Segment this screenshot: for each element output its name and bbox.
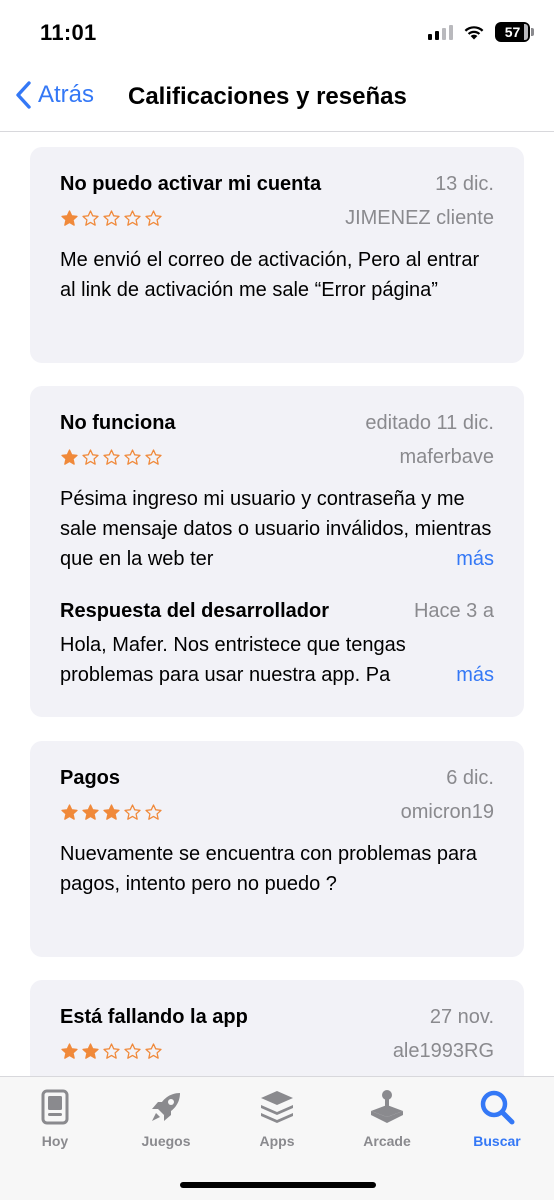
star-filled-icon (61, 803, 78, 820)
tab-label: Arcade (363, 1133, 411, 1149)
tab-label: Buscar (473, 1133, 521, 1149)
star-rating (60, 1042, 163, 1061)
star-rating (60, 803, 163, 822)
star-empty-icon (103, 448, 120, 465)
tab-bar: Hoy Juegos Apps Arcade Buscar (0, 1076, 554, 1200)
back-button-label: Atrás (38, 81, 95, 108)
star-empty-icon (145, 209, 162, 226)
review-body: Pésima ingreso mi usuario y contraseña y… (60, 484, 494, 574)
home-indicator[interactable] (180, 1182, 376, 1188)
star-rating (60, 448, 163, 467)
status-bar: 11:01 57 (0, 0, 554, 62)
back-button[interactable]: Atrás (14, 80, 94, 110)
star-empty-icon (124, 803, 141, 820)
review-date: 6 dic. (446, 767, 494, 789)
star-filled-icon (82, 803, 99, 820)
review-title: Está fallando la app (60, 1006, 248, 1028)
star-empty-icon (124, 448, 141, 465)
tab-hoy[interactable]: Hoy (5, 1087, 105, 1149)
review-author: maferbave (399, 445, 495, 468)
star-empty-icon (82, 448, 99, 465)
more-link[interactable]: más (432, 544, 494, 574)
tab-arcade[interactable]: Arcade (337, 1087, 437, 1149)
wifi-icon (464, 26, 484, 40)
star-empty-icon (124, 209, 141, 226)
navigation-bar: Atrás Calificaciones y reseñas (0, 62, 554, 132)
star-filled-icon (61, 1042, 78, 1059)
reviews-list[interactable]: No puedo activar mi cuenta 13 dic. JIMEN… (0, 133, 554, 1076)
developer-response-title: Respuesta del desarrollador (60, 600, 329, 622)
review-author: JIMENEZ cliente (345, 206, 494, 229)
star-empty-icon (82, 209, 99, 226)
rocket-icon (152, 1093, 180, 1121)
developer-response: Respuesta del desarrollador Hace 3 a Hol… (60, 600, 494, 690)
star-filled-icon (103, 803, 120, 820)
review-body-text: Pésima ingreso mi usuario y contraseña y… (60, 488, 492, 570)
review-date: editado 11 dic. (365, 412, 494, 434)
review-card[interactable]: Está fallando la app 27 nov. ale1993RG (30, 980, 524, 1076)
star-empty-icon (103, 1042, 120, 1059)
developer-response-text: Hola, Mafer. Nos entristece que tengas p… (60, 634, 406, 686)
review-title: No funciona (60, 412, 176, 434)
page-title: Calificaciones y reseñas (128, 83, 407, 110)
tab-label: Hoy (41, 1133, 69, 1149)
star-filled-icon (61, 209, 78, 226)
chevron-left-icon (16, 81, 31, 109)
review-card[interactable]: Pagos 6 dic. omicron19 Nuevamente se enc… (30, 741, 524, 957)
star-filled-icon (61, 448, 78, 465)
star-empty-icon (145, 448, 162, 465)
review-card[interactable]: No funciona editado 11 dic. maferbave Pé… (30, 386, 524, 717)
battery-icon: 57 (495, 22, 534, 42)
more-link[interactable]: más (432, 660, 494, 690)
tab-label: Juegos (141, 1133, 191, 1149)
status-time: 11:01 (40, 20, 97, 45)
star-empty-icon (145, 1042, 162, 1059)
star-empty-icon (145, 803, 162, 820)
review-author: omicron19 (400, 800, 494, 823)
developer-response-body: Hola, Mafer. Nos entristece que tengas p… (60, 630, 494, 690)
star-empty-icon (103, 209, 120, 226)
joystick-icon (371, 1090, 403, 1123)
review-author: ale1993RG (392, 1039, 494, 1062)
star-rating (60, 209, 163, 228)
tab-juegos[interactable]: Juegos (116, 1087, 216, 1149)
tab-apps[interactable]: Apps (227, 1087, 327, 1149)
apps-stack-icon (261, 1091, 293, 1123)
review-title: No puedo activar mi cuenta (60, 173, 322, 195)
status-icons: 57 (428, 22, 534, 42)
review-title: Pagos (60, 767, 121, 789)
star-empty-icon (124, 1042, 141, 1059)
star-filled-icon (82, 1042, 99, 1059)
developer-response-date: Hace 3 a (413, 600, 494, 622)
tab-buscar[interactable]: Buscar (447, 1087, 547, 1149)
search-icon (480, 1090, 515, 1125)
cellular-signal-icon (428, 24, 453, 40)
review-date: 27 nov. (429, 1006, 494, 1028)
battery-level: 57 (504, 24, 521, 40)
review-date: 13 dic. (435, 173, 494, 195)
today-icon (41, 1089, 69, 1125)
review-body: Me envió el correo de activación, Pero a… (60, 249, 480, 301)
tab-label: Apps (259, 1133, 295, 1149)
review-body: Nuevamente se encuentra con problemas pa… (60, 843, 477, 895)
review-card[interactable]: No puedo activar mi cuenta 13 dic. JIMEN… (30, 147, 524, 363)
